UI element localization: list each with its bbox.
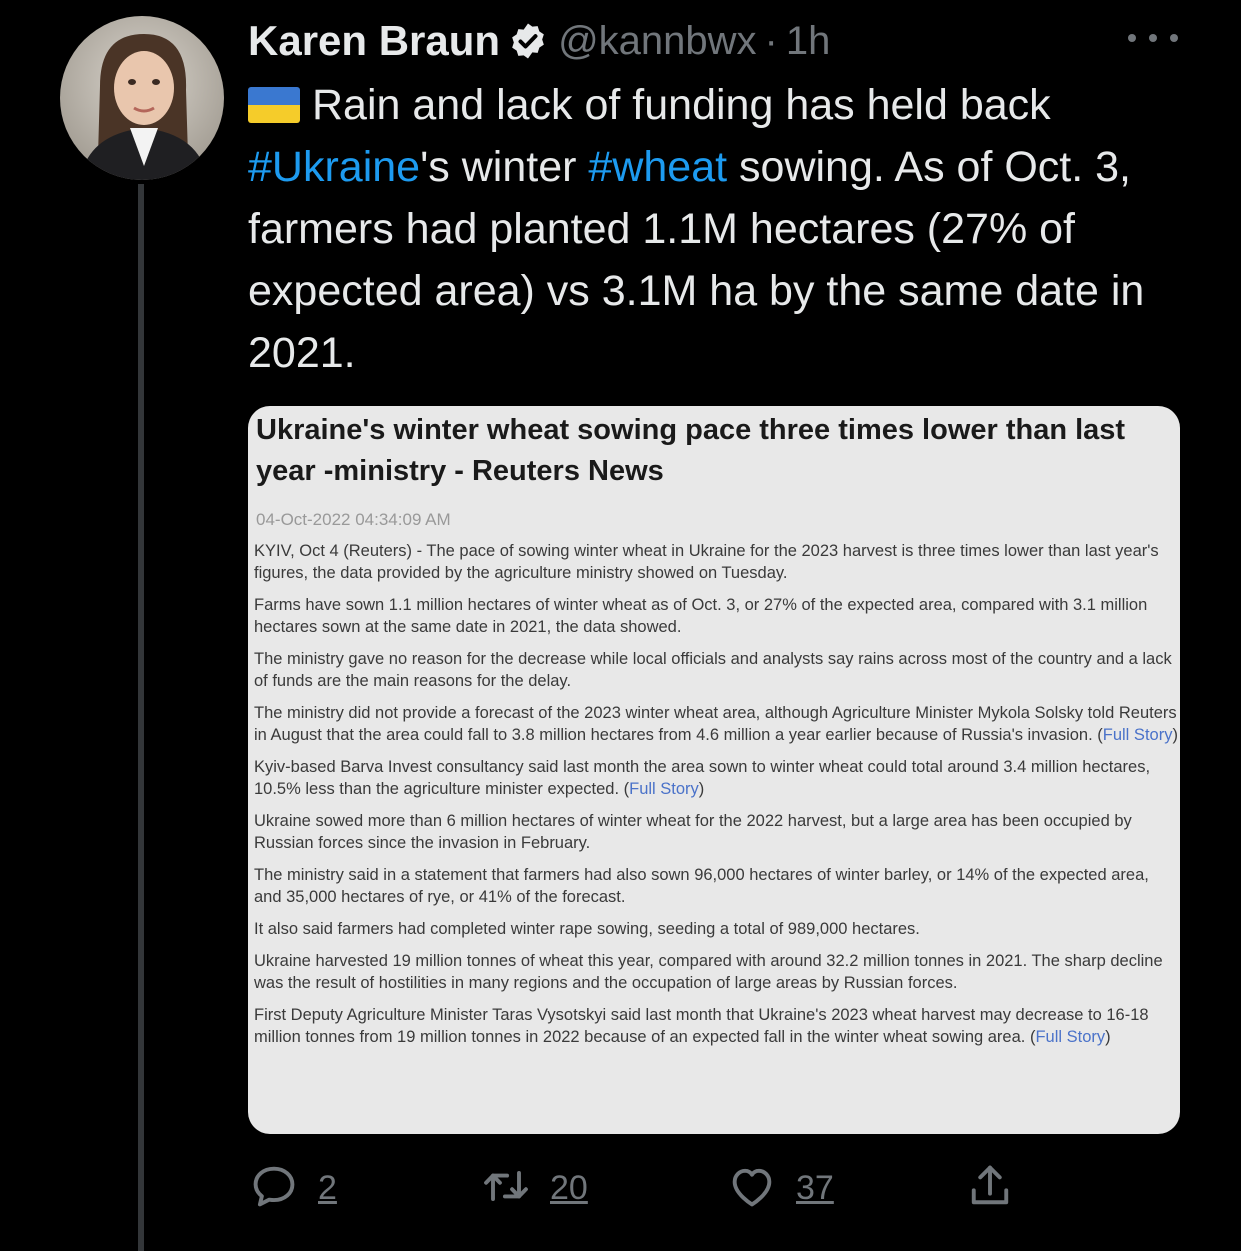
retweet-count: 20 xyxy=(550,1168,588,1207)
article-paragraph: The ministry said in a statement that fa… xyxy=(254,864,1180,908)
article-paragraph-text: Farms have sown 1.1 million hectares of … xyxy=(254,596,1148,636)
tweet-text-segment: Rain and lack of funding has held back xyxy=(312,81,1051,129)
article-paragraph-text: It also said farmers had completed winte… xyxy=(254,920,920,938)
tweet-text-segment: 's winter xyxy=(420,143,589,191)
separator-dot: · xyxy=(764,18,778,63)
like-button[interactable]: 37 xyxy=(726,1158,834,1218)
author-name[interactable]: Karen Braun xyxy=(248,17,500,65)
article-paragraph: The ministry gave no reason for the decr… xyxy=(254,648,1180,692)
full-story-link[interactable]: Full Story xyxy=(1103,726,1173,744)
ukraine-flag-icon xyxy=(248,87,300,123)
article-paragraph-text: The ministry said in a statement that fa… xyxy=(254,866,1149,906)
tweet-text: Rain and lack of funding has held back #… xyxy=(248,74,1208,384)
article-paragraph: Farms have sown 1.1 million hectares of … xyxy=(254,594,1180,638)
full-story-link[interactable]: Full Story xyxy=(1035,1028,1105,1046)
article-paragraph-text: Ukraine harvested 19 million tonnes of w… xyxy=(254,952,1163,992)
tweet-media-image[interactable]: Ukraine's winter wheat sowing pace three… xyxy=(248,406,1180,1134)
full-story-link[interactable]: Full Story xyxy=(629,780,699,798)
verified-badge-icon xyxy=(508,21,548,61)
closing-paren: ) xyxy=(1172,726,1178,744)
article-paragraph-text: The ministry did not provide a forecast … xyxy=(254,704,1177,744)
article-paragraph: Ukraine harvested 19 million tonnes of w… xyxy=(254,950,1180,994)
retweet-button[interactable]: 20 xyxy=(480,1158,588,1218)
more-options-icon[interactable] xyxy=(1128,26,1178,50)
article-paragraph: Ukraine sowed more than 6 million hectar… xyxy=(254,810,1180,854)
article-paragraph-text: Ukraine sowed more than 6 million hectar… xyxy=(254,812,1132,852)
author-avatar[interactable] xyxy=(60,16,224,180)
thread-line xyxy=(138,184,144,1251)
article-paragraph: KYIV, Oct 4 (Reuters) - The pace of sowi… xyxy=(254,540,1180,584)
article-body: KYIV, Oct 4 (Reuters) - The pace of sowi… xyxy=(254,540,1180,1058)
article-paragraph: Kyiv-based Barva Invest consultancy said… xyxy=(254,756,1180,800)
article-paragraph: It also said farmers had completed winte… xyxy=(254,918,1180,940)
hashtag-link[interactable]: #Ukraine xyxy=(248,143,420,191)
share-icon xyxy=(964,1160,1016,1217)
reply-count: 2 xyxy=(318,1168,337,1207)
share-button[interactable] xyxy=(964,1158,1016,1218)
retweet-icon xyxy=(480,1160,532,1217)
article-title: Ukraine's winter wheat sowing pace three… xyxy=(256,414,1126,487)
hashtag-link[interactable]: #wheat xyxy=(588,143,727,191)
tweet-header: Karen Braun @kannbwx · 1h xyxy=(248,14,830,68)
like-count: 37 xyxy=(796,1168,834,1207)
article-paragraph-text: First Deputy Agriculture Minister Taras … xyxy=(254,1006,1149,1046)
reply-icon xyxy=(248,1160,300,1217)
tweet-timestamp[interactable]: 1h xyxy=(786,19,831,64)
article-paragraph: First Deputy Agriculture Minister Taras … xyxy=(254,1004,1180,1048)
reply-button[interactable]: 2 xyxy=(248,1158,337,1218)
author-handle[interactable]: @kannbwx xyxy=(558,19,756,64)
closing-paren: ) xyxy=(1105,1028,1111,1046)
article-paragraph-text: KYIV, Oct 4 (Reuters) - The pace of sowi… xyxy=(254,542,1159,582)
closing-paren: ) xyxy=(698,780,705,798)
article-paragraph: The ministry did not provide a forecast … xyxy=(254,702,1180,746)
article-date: 04-Oct-2022 04:34:09 AM xyxy=(256,510,451,529)
like-icon xyxy=(726,1160,778,1217)
article-paragraph-text: The ministry gave no reason for the decr… xyxy=(254,650,1172,690)
tweet-actions: 2 20 37 xyxy=(248,1158,1048,1218)
